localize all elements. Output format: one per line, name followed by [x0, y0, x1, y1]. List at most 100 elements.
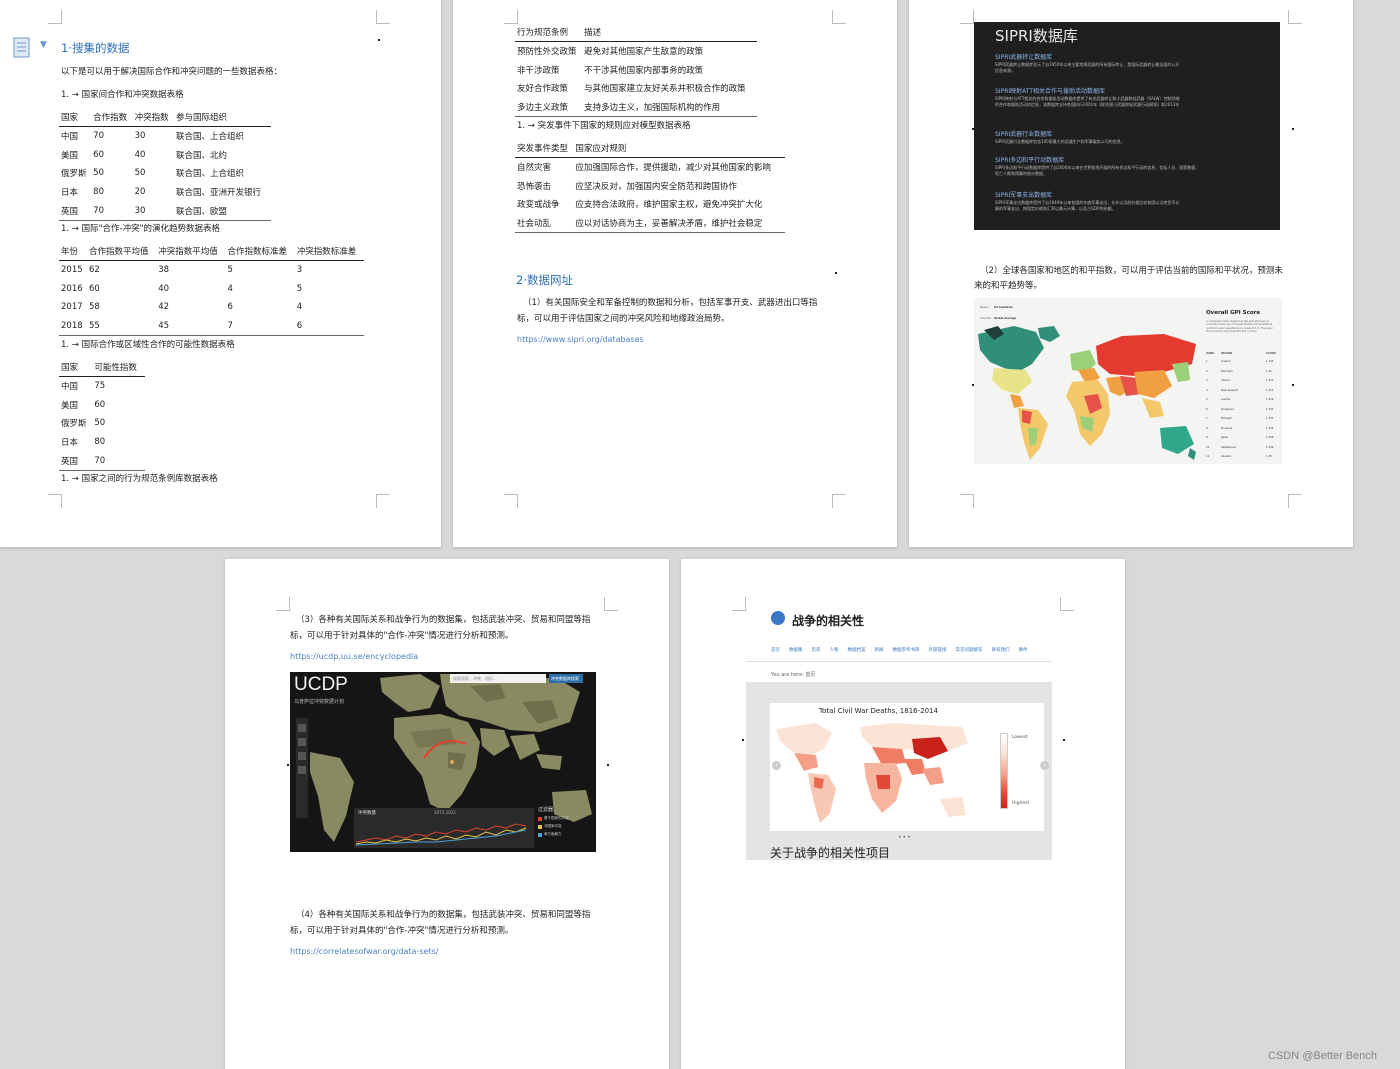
nav-item[interactable]: 历史	[812, 647, 821, 653]
ucdp-link[interactable]: https://ucdp.uu.se/encyclopedia	[290, 652, 418, 661]
chevron-down-icon[interactable]: ▼	[40, 40, 47, 50]
table-row: 友好合作政策 与其他国家建立友好关系并积极合作的政策	[515, 79, 757, 98]
nav-item[interactable]: 外部链接	[929, 647, 947, 653]
site-nav: 首页 数据集 历史 人物 数据档案 新闻 数据参考书目 外部链接 常见问题解答 联系我们 事件	[771, 647, 1028, 653]
crop-mark	[732, 597, 746, 611]
anchor-dot	[1292, 384, 1294, 386]
table-cell: 应以对话协商为主，妥善解决矛盾，维护社会稳定	[573, 213, 785, 233]
paragraph: （2）全球各国家和地区的和平指数，可以用于评估当前的国际和平状况，预测未	[980, 266, 1283, 276]
table-cell: 50	[94, 418, 106, 429]
ucdp-search-button[interactable]: 冲突数据库搜索	[549, 674, 583, 683]
sipri-link[interactable]: https://www.sipri.org/databases	[517, 335, 644, 344]
gpi-region-value[interactable]: All Countries	[994, 306, 1013, 309]
anchor-dot	[835, 272, 837, 274]
possibility-table: 国家 可能性指数 中国 75 美国 60 俄罗斯 50 日本 80 英国 70	[59, 358, 145, 471]
sipri-db-title[interactable]: SIPRI映射ATT相关合作与援助活动数据库	[995, 86, 1105, 95]
table-caption: 1. → 突发事件下国家的规则应对模型数据表格	[517, 121, 691, 131]
page-5: 战争的相关性 首页 数据集 历史 人物 数据档案 新闻 数据参考书目 外部链接 常见问题解答 联系…	[681, 559, 1125, 1069]
filter-item[interactable]: 单方面暴力	[538, 832, 594, 837]
nav-item[interactable]: 数据集	[789, 647, 803, 653]
table-header-cell: 合作指数	[91, 108, 133, 128]
table-cell: 预防性外交政策	[517, 47, 577, 58]
gpi-table-cell: 1.333	[1266, 417, 1274, 420]
filter-item[interactable]: 非国家冲突	[538, 824, 594, 829]
table-cell: 2018	[59, 316, 87, 336]
checkbox-icon[interactable]	[538, 816, 542, 821]
zoom-out-icon[interactable]	[298, 738, 306, 746]
table-cell: 5	[227, 265, 233, 276]
sipri-db-title[interactable]: SIPRI武器行业数据库	[995, 129, 1052, 138]
crop-mark	[1288, 494, 1302, 508]
gpi-table-cell: Ireland	[1221, 379, 1230, 382]
table-cell: 与其他国家建立友好关系并积极合作的政策	[584, 84, 746, 95]
crop-mark	[832, 494, 846, 508]
table-row: 恐怖袭击 应坚决反对，加强国内安全防范和跨国协作	[515, 176, 785, 195]
checkbox-icon[interactable]	[538, 832, 542, 837]
timeline-range: 1975-2022	[434, 810, 456, 815]
outline-toggle-icon[interactable]	[13, 37, 33, 59]
filter-label: 基于国家的冲突	[544, 816, 569, 820]
gpi-table-cell: 1.35	[1266, 455, 1272, 458]
breadcrumb: You are here: 首页	[771, 672, 816, 678]
anchor-dot	[378, 39, 380, 41]
paragraph: 标，可以用于针对具体的"合作-冲突"情况进行分析和预测。	[290, 631, 514, 641]
nav-item[interactable]: 人物	[830, 647, 839, 653]
ucdp-search-input[interactable]: 搜索国家、冲突、组织...	[450, 674, 546, 683]
nav-item[interactable]: 数据档案	[848, 647, 866, 653]
nav-item[interactable]: 首页	[771, 647, 780, 653]
table-row: 政变或战争 应支持合法政府，维护国家主权，避免冲突扩大化	[515, 195, 785, 214]
crop-mark	[276, 597, 290, 611]
table-cell: 2017	[61, 302, 83, 313]
layers-icon[interactable]	[298, 752, 306, 760]
sipri-db-desc: 算的军事支出、按固定价格和汇率以美元计算，以及占GDP的份额。	[995, 206, 1116, 211]
table-header-cell: 国家应对规则	[573, 139, 785, 159]
slider-next-icon[interactable]: ›	[1040, 761, 1049, 770]
site-title: 战争的相关性	[792, 614, 865, 628]
crop-mark	[48, 10, 62, 24]
table-row: 预防性外交政策 避免对其他国家产生敌意的政策	[515, 42, 757, 61]
sipri-title: SIPRI数据库	[995, 27, 1078, 45]
table-cell: 中国	[61, 132, 79, 143]
gpi-table-cell: Canada	[1221, 455, 1231, 458]
table-cell: 30	[132, 201, 174, 221]
gpi-screenshot: Region All Countries Indicator Global Av…	[974, 298, 1282, 464]
nav-item[interactable]: 常见问题解答	[956, 647, 983, 653]
sipri-db-title[interactable]: SIPRI多边和平行动数据库	[995, 155, 1064, 164]
table-row: 美国 60 40 联合国、北约	[59, 145, 271, 164]
cow-link[interactable]: https://correlatesofwar.org/data-sets/	[290, 947, 438, 956]
table-row: 俄罗斯 50	[59, 414, 145, 433]
gpi-indicator-value[interactable]: Global Average	[994, 317, 1016, 320]
sipri-db-title[interactable]: SIPRI武器转让数据库	[995, 52, 1052, 61]
sipri-db-title[interactable]: SIPRI军事支出数据库	[995, 190, 1052, 199]
map-card: Total Civil War Deaths, 1816-2014 Lowest…	[770, 703, 1044, 831]
paragraph: （1）有关国际安全和军备控制的数据和分析，包括军事开支、武器进出口等指	[523, 298, 818, 308]
checkbox-icon[interactable]	[538, 824, 542, 829]
paragraph: （4）各种有关国际关系和战争行为的数据集，包括武装冲突、贸易和同盟等指	[296, 910, 591, 920]
table-header-cell: 突发事件类型	[515, 139, 574, 159]
filter-item[interactable]: 基于国家的冲突	[538, 816, 594, 821]
table-cell: 4	[296, 302, 303, 313]
trend-table: 年份 合作指数平均值 冲突指数平均值 合作指数标准差 冲突指数标准差 2015 62 38 5 3…	[59, 242, 364, 336]
table-cell: 80	[94, 437, 106, 448]
info-icon[interactable]	[298, 766, 306, 774]
nav-item[interactable]: 数据参考书目	[893, 647, 920, 653]
table-cell: 日本	[61, 438, 79, 449]
table-row: 2018 55 45 7 6	[59, 316, 364, 336]
slider-prev-icon[interactable]: ‹	[772, 761, 781, 770]
sipri-db-desc: 信息来源。	[995, 68, 1015, 73]
table-cell: 应支持合法政府，维护国家主权，避免冲突扩大化	[575, 200, 763, 211]
table-cell: 55	[86, 316, 157, 336]
anchor-dot	[287, 764, 289, 766]
slider-dots[interactable]: •••	[898, 834, 912, 841]
paragraph: （3）各种有关国际关系和战争行为的数据集，包括武装冲突、贸易和同盟等指	[296, 615, 591, 625]
table-header-cell: 冲突指数	[132, 108, 174, 128]
anchor-dot	[972, 384, 974, 386]
zoom-in-icon[interactable]	[298, 724, 306, 732]
table-cell: 6	[294, 316, 364, 336]
nav-item[interactable]: 事件	[1019, 647, 1028, 653]
gpi-table-cell: 11	[1206, 455, 1210, 458]
ucdp-filter-panel: 过滤器 基于国家的冲突 非国家冲突 单方面暴力	[538, 806, 594, 850]
gpi-table-cell: Austria	[1221, 398, 1231, 401]
nav-item[interactable]: 新闻	[875, 647, 884, 653]
nav-item[interactable]: 联系我们	[992, 647, 1010, 653]
